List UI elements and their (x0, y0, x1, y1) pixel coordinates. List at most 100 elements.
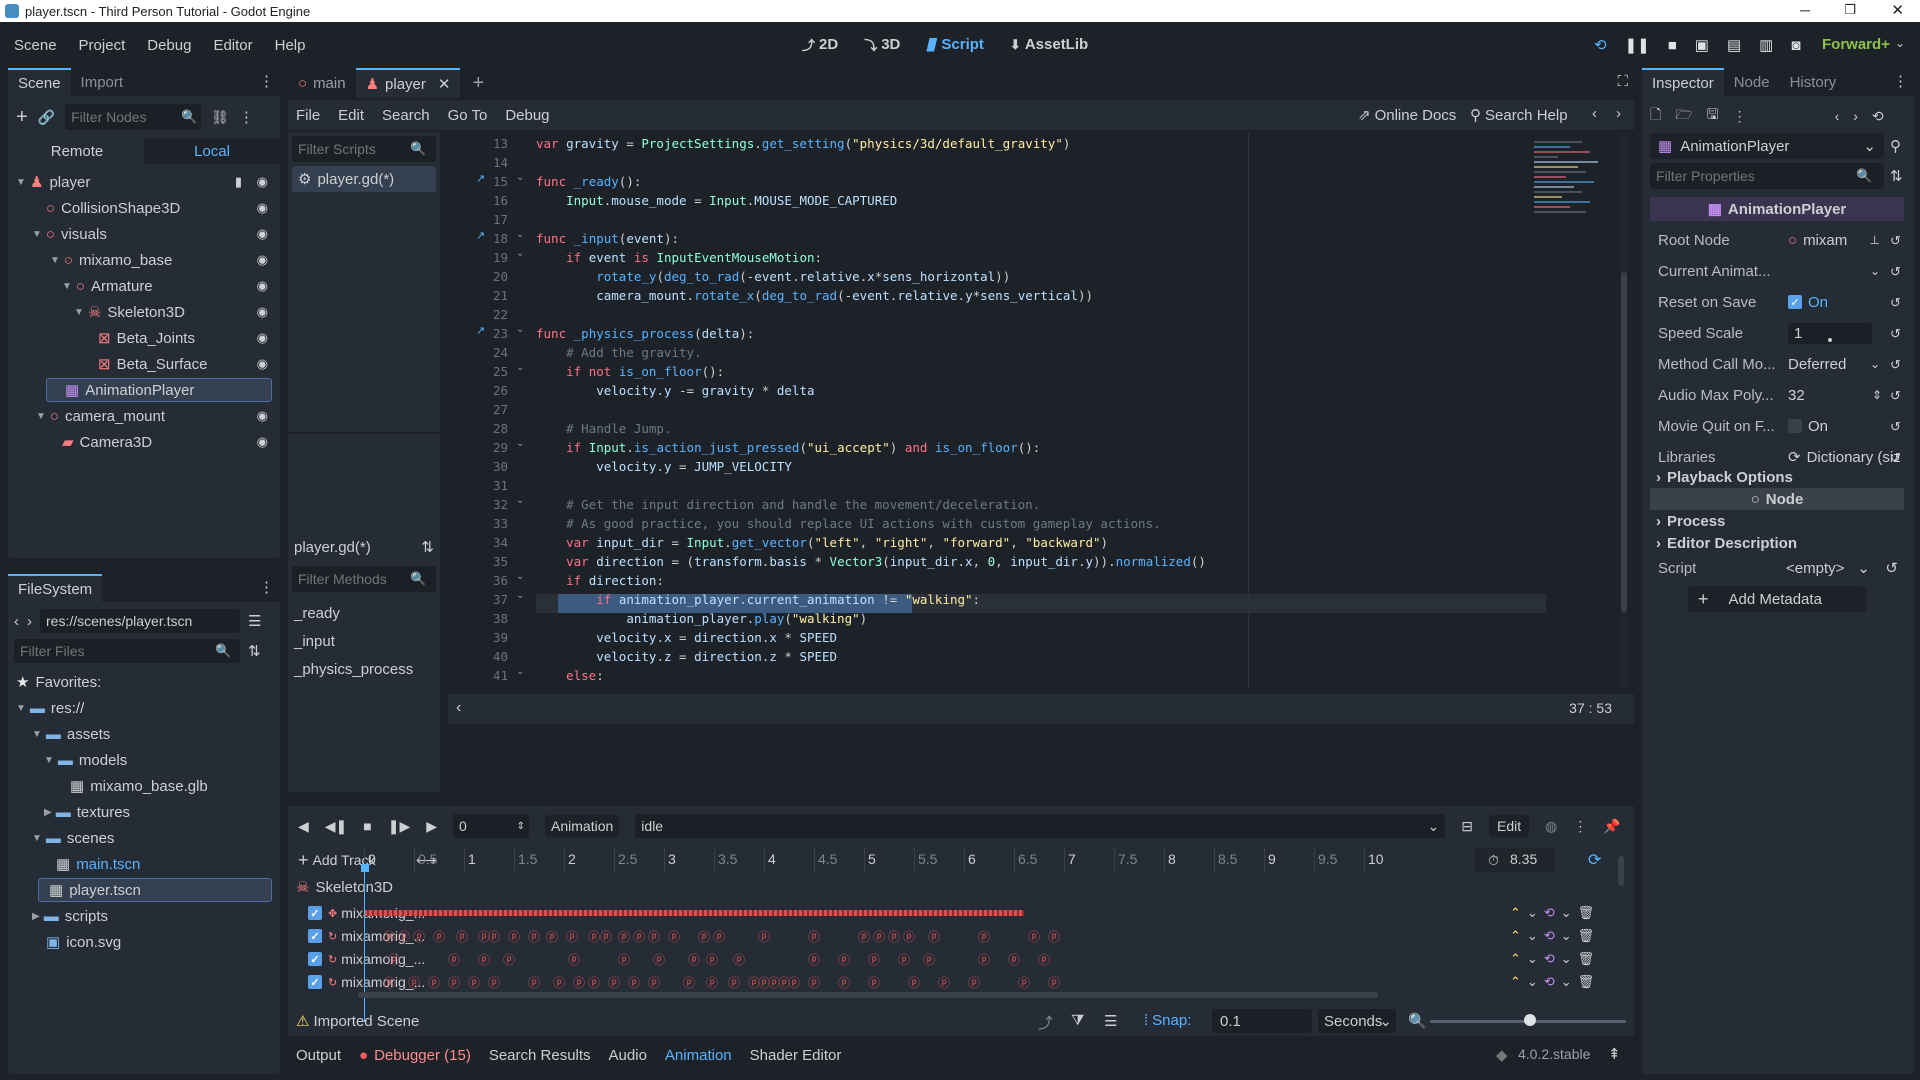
keyframe[interactable]: ⓟ (600, 928, 612, 945)
keyframe[interactable]: ⓟ (968, 974, 980, 991)
keyframe[interactable]: ⓟ (456, 928, 468, 945)
keyframe[interactable]: ⓟ (628, 974, 640, 991)
keyframe[interactable]: ⓟ (706, 951, 718, 968)
tab-animation[interactable]: Animation (665, 1047, 732, 1064)
keyframe[interactable]: ⓟ (808, 928, 820, 945)
forward-icon[interactable]: › (27, 613, 32, 630)
keyframe[interactable]: ⓟ (788, 974, 800, 991)
chevron-down-icon[interactable]: ⌄ (1857, 559, 1870, 577)
renderer-select[interactable]: Forward+ (1822, 36, 1890, 53)
animation-track-row[interactable]: ✓ ↻ mixamorig_... (308, 925, 1618, 947)
method-item[interactable]: _physics_process (294, 656, 413, 684)
next-object-icon[interactable]: › (1853, 108, 1858, 124)
object-history-icon[interactable]: ⟲ (1872, 108, 1884, 125)
visibility-eye-icon[interactable]: ◉ (257, 304, 268, 320)
menu-project[interactable]: Project (79, 37, 126, 54)
fold-icon[interactable]: ⌄ (516, 571, 524, 582)
folder-scripts[interactable]: ▶ ▬ scripts (16, 904, 272, 928)
keyframe[interactable]: ⓟ (728, 974, 740, 991)
tab-scene[interactable]: Scene (8, 67, 71, 97)
script-attached-icon[interactable]: ▮ (235, 174, 242, 190)
keyframe[interactable]: ⓟ (838, 974, 850, 991)
mode-2d-button[interactable]: ⤴ 2D (802, 35, 838, 54)
remote-button[interactable]: Remote (8, 143, 144, 160)
code-scrollbar[interactable] (1620, 132, 1628, 688)
revert-icon[interactable]: ↺ (1890, 388, 1904, 403)
keyframe[interactable]: ⓟ (873, 928, 885, 945)
section-process[interactable]: › Process (1656, 510, 1896, 532)
tree-node-skeleton3d[interactable]: ▼ ☠ Skeleton3D ◉ (16, 300, 272, 324)
track-enabled-checkbox[interactable]: ✓ (308, 952, 322, 966)
fold-icon[interactable]: ⌄ (516, 229, 524, 240)
animation-track-row[interactable]: ✓ ↻ mixamorig_... (308, 971, 1618, 993)
snap-unit-select[interactable]: Seconds ⌄ (1318, 1009, 1396, 1033)
keyframe[interactable]: ⓟ (808, 951, 820, 968)
loop-wrap-icon[interactable]: ⟲ (1544, 905, 1555, 921)
keyframe[interactable]: ⓟ (633, 928, 645, 945)
chevron-down-icon[interactable]: ⌄ (1527, 974, 1538, 990)
scene-menu-icon[interactable]: ⋮ (239, 108, 254, 126)
filter-methods-input[interactable] (298, 571, 410, 587)
interpolation-icon[interactable]: ⌃ (1510, 905, 1521, 921)
code-line[interactable]: var direction = (transform.basis * Vecto… (536, 552, 1206, 571)
zoom-slider-handle[interactable] (1524, 1014, 1536, 1026)
revert-icon[interactable]: ↺ (1885, 559, 1898, 577)
keyframe[interactable]: ⓟ (448, 974, 460, 991)
folder-res[interactable]: ▼ ▬ res:// (16, 696, 272, 720)
tab-inspector[interactable]: Inspector (1642, 67, 1724, 97)
keyframe[interactable]: ⓟ (448, 951, 460, 968)
restore-icon[interactable]: ❐ (1844, 2, 1856, 18)
keyframe[interactable]: ⓟ (383, 974, 395, 991)
property-value[interactable]: Deferred (1788, 356, 1846, 373)
visibility-eye-icon[interactable]: ◉ (257, 434, 268, 450)
search-help-button[interactable]: ⚲ Search Help (1470, 106, 1568, 125)
back-icon[interactable]: ‹ (14, 613, 19, 630)
keyframe[interactable]: ⓟ (733, 951, 745, 968)
tab-shader-editor[interactable]: Shader Editor (750, 1047, 842, 1064)
keyframe[interactable]: ⓟ (488, 928, 500, 945)
connected-signal-icon[interactable]: ↗ (476, 172, 485, 185)
filter-nodes-input[interactable] (71, 109, 182, 125)
filter-scripts-field[interactable]: 🔍 (292, 136, 436, 162)
folder-assets[interactable]: ▼ ▬ assets (16, 722, 272, 746)
keyframe[interactable]: ⓟ (683, 974, 695, 991)
chevron-down-icon[interactable]: ⌄ (1870, 264, 1880, 278)
history-forward-icon[interactable]: › (1616, 105, 1621, 122)
keyframe[interactable]: ⓟ (618, 928, 630, 945)
keyframe[interactable]: ⓟ (648, 974, 660, 991)
add-node-icon[interactable]: + (16, 106, 28, 129)
keyframe[interactable]: ⓟ (553, 974, 565, 991)
script-menu-debug[interactable]: Debug (505, 107, 549, 124)
tree-node-camera3d[interactable]: ▰ Camera3D ◉ (16, 430, 272, 454)
code-line[interactable]: velocity.x = direction.x * SPEED (536, 628, 837, 647)
tree-node-mixamo-base[interactable]: ▼ ○ mixamo_base ◉ (16, 248, 272, 272)
code-line[interactable]: if Input.is_action_just_pressed("ui_acce… (536, 438, 1040, 457)
add-metadata-button[interactable]: + Add Metadata (1688, 586, 1866, 612)
fold-icon[interactable]: ⌄ (516, 172, 524, 183)
code-line[interactable]: if animation_player.current_animation !=… (536, 590, 980, 609)
track-enabled-checkbox[interactable]: ✓ (308, 975, 322, 989)
scene-tab-player[interactable]: ♟ player ✕ (355, 68, 461, 98)
keyframe[interactable]: ⓟ (503, 951, 515, 968)
code-line[interactable]: if not is_on_floor(): (536, 362, 724, 381)
save-resource-icon[interactable]: 🖫 (1707, 104, 1719, 128)
keyframe[interactable]: ⓟ (858, 928, 870, 945)
filter-methods-field[interactable]: 🔍 (292, 566, 436, 592)
online-docs-button[interactable]: ⇗ Online Docs (1358, 106, 1456, 125)
keyframe[interactable]: ⓟ (408, 974, 420, 991)
stop-icon[interactable]: ■ (1668, 37, 1677, 54)
keyframe[interactable]: ⓟ (908, 974, 920, 991)
visibility-eye-icon[interactable]: ◉ (257, 226, 268, 242)
snap-field[interactable]: 0.1 (1212, 1009, 1312, 1033)
rotate-icon[interactable]: ⟲ (1594, 36, 1607, 54)
filter-scripts-input[interactable] (298, 141, 410, 157)
tab-history[interactable]: History (1780, 69, 1847, 96)
keyframe[interactable]: ⓟ (478, 951, 490, 968)
visibility-eye-icon[interactable]: ◉ (257, 200, 268, 216)
keyframe[interactable]: ⓟ (546, 928, 558, 945)
tree-node-beta-surface[interactable]: ⊠ Beta_Surface ◉ (16, 352, 272, 376)
code-line[interactable]: velocity.z = direction.z * SPEED (536, 647, 837, 666)
property-options-icon[interactable]: ⇅ (1890, 167, 1903, 185)
keyframe[interactable]: ⓟ (1018, 974, 1030, 991)
minimize-icon[interactable]: ─ (1800, 2, 1810, 18)
